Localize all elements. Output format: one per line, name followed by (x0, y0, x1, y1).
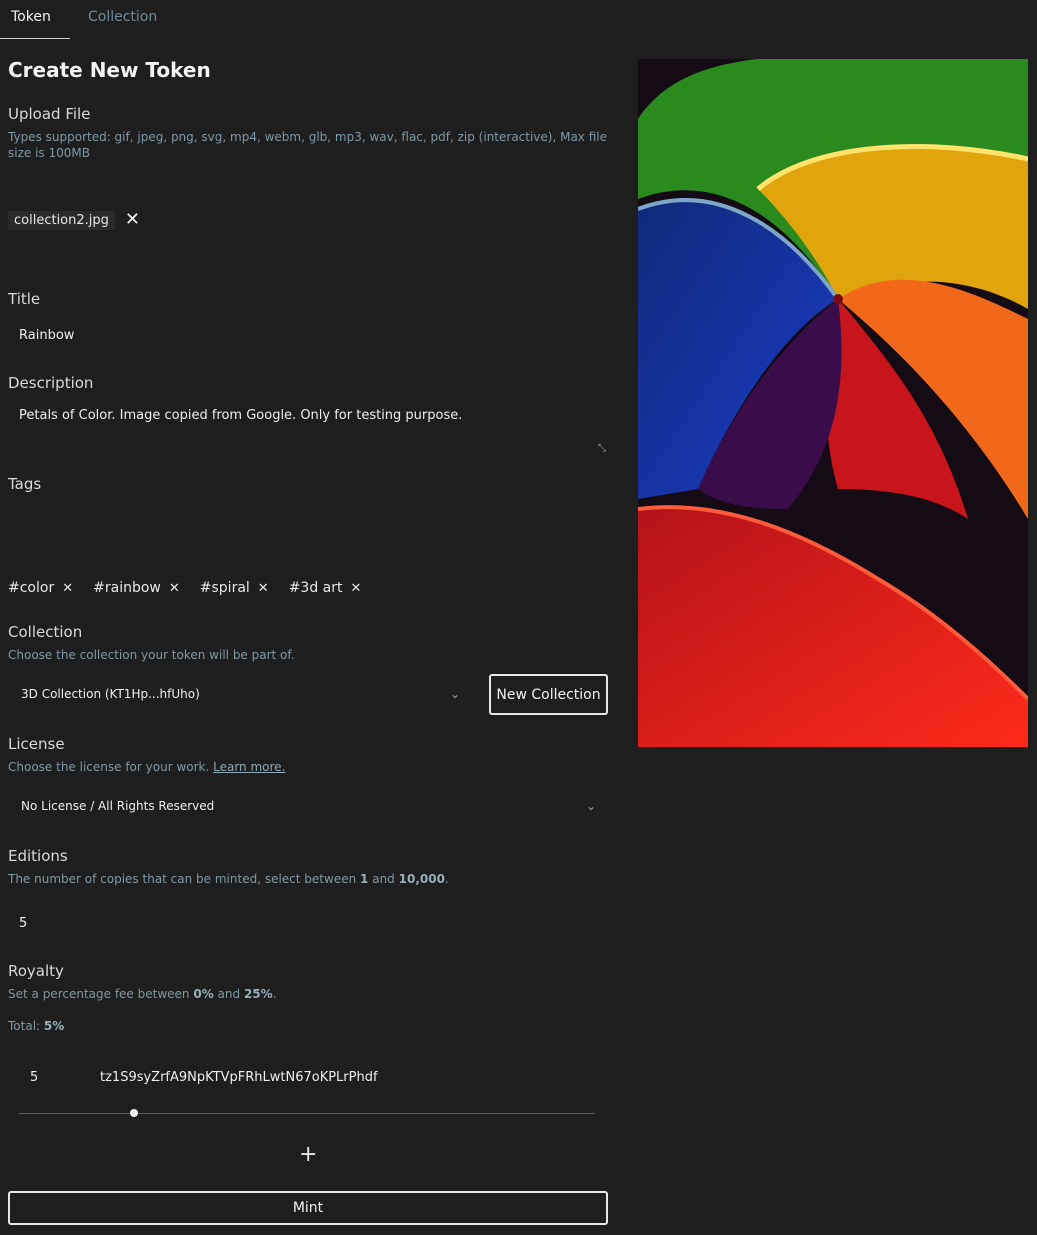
royalty-percent-input[interactable]: 5 (30, 1070, 38, 1085)
tag-list: #color ✕ #rainbow ✕ #spiral ✕ #3d art ✕ (8, 580, 361, 596)
remove-tag-icon[interactable]: ✕ (169, 581, 180, 596)
royalty-total-value: 5% (43, 1019, 65, 1033)
license-hint: Choose the license for your work. Learn … (8, 759, 285, 775)
tag-chip: #spiral ✕ (200, 580, 269, 596)
title-input[interactable]: Rainbow (8, 320, 608, 354)
tag-label: #rainbow (93, 580, 161, 596)
tag-chip: #rainbow ✕ (93, 580, 180, 596)
royalty-total-label: Total: (8, 1019, 41, 1033)
license-hint-text: Choose the license for your work. (8, 760, 210, 774)
uploaded-file-chip: collection2.jpg ✕ (8, 207, 140, 233)
editions-hint-text: The number of copies that can be minted,… (8, 872, 357, 886)
editions-min: 1 (360, 872, 369, 886)
tab-token[interactable]: Token (0, 0, 70, 39)
tags-input[interactable] (8, 500, 608, 570)
description-label: Description (8, 374, 94, 392)
remove-file-icon[interactable]: ✕ (125, 211, 140, 229)
remove-tag-icon[interactable]: ✕ (62, 581, 73, 596)
editions-max: 10,000 (398, 872, 445, 886)
tag-label: #spiral (199, 580, 250, 596)
tab-bar: Token Collection (0, 0, 168, 39)
license-label: License (8, 735, 65, 753)
upload-label: Upload File (8, 105, 91, 123)
remove-tag-icon[interactable]: ✕ (258, 581, 269, 596)
royalty-max: 25% (243, 987, 273, 1001)
royalty-min: 0% (193, 987, 214, 1001)
royalty-hint-text: Set a percentage fee between (8, 987, 190, 1001)
editions-hint: The number of copies that can be minted,… (8, 872, 449, 886)
tag-chip: #color ✕ (8, 580, 73, 596)
title-label: Title (8, 290, 41, 308)
resize-handle-icon[interactable]: ⤡ (598, 443, 606, 454)
add-royalty-plus-icon[interactable]: + (299, 1142, 317, 1167)
royalty-and: and (217, 987, 241, 1001)
collection-label: Collection (8, 623, 83, 641)
editions-and: and (372, 872, 395, 886)
collection-hint: Choose the collection your token will be… (8, 648, 295, 662)
uploaded-file-name: collection2.jpg (8, 210, 115, 230)
royalty-slider-thumb[interactable] (130, 1109, 139, 1117)
token-preview-image (638, 59, 1028, 747)
collection-selected-value: 3D Collection (KT1Hp...hfUho) (21, 687, 200, 701)
royalty-label: Royalty (8, 962, 64, 980)
editions-label: Editions (8, 847, 68, 865)
learn-more-link[interactable]: Learn more. (213, 760, 285, 774)
royalty-hint: Set a percentage fee between 0% and 25%. (8, 987, 277, 1001)
page-title: Create New Token (8, 58, 211, 82)
tags-label: Tags (8, 475, 42, 493)
license-selected-value: No License / All Rights Reserved (21, 799, 215, 813)
chevron-down-icon: ⌄ (586, 799, 597, 813)
tag-chip: #3d art ✕ (289, 580, 362, 596)
tag-label: #color (8, 580, 55, 596)
tab-collection[interactable]: Collection (77, 0, 168, 39)
new-collection-button[interactable]: New Collection (489, 674, 608, 715)
description-value: Petals of Color. Image copied from Googl… (19, 408, 463, 423)
collection-select[interactable]: 3D Collection (KT1Hp...hfUho) ⌄ (8, 678, 470, 712)
editions-input[interactable]: 5 (8, 908, 608, 942)
tag-label: #3d art (288, 580, 343, 596)
royalty-total: Total: 5% (8, 1018, 64, 1034)
royalty-address-input[interactable]: tz1S9syZrfA9NpKTVpFRhLwtN67oKPLrPhdf (100, 1070, 378, 1085)
upload-hint: Types supported: gif, jpeg, png, svg, mp… (8, 130, 607, 160)
royalty-slider-track[interactable] (19, 1113, 595, 1114)
description-textarea[interactable]: Petals of Color. Image copied from Googl… (8, 404, 608, 456)
remove-tag-icon[interactable]: ✕ (351, 581, 362, 596)
rainbow-spiral-image (638, 59, 1028, 747)
chevron-down-icon: ⌄ (450, 687, 461, 701)
mint-button[interactable]: Mint (8, 1191, 608, 1225)
license-select[interactable]: No License / All Rights Reserved ⌄ (8, 790, 608, 824)
